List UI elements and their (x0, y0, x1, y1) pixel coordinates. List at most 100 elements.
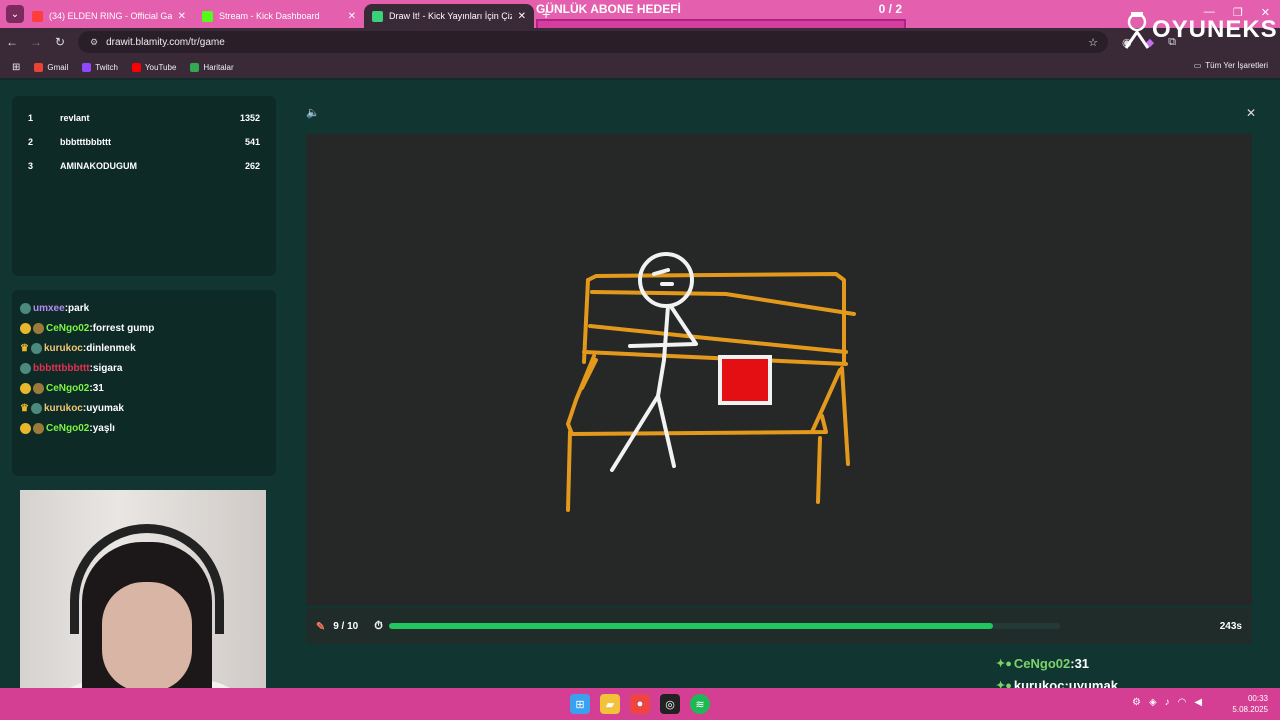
player-score: 262 (244, 161, 260, 171)
obs-icon[interactable]: ◎ (660, 694, 680, 714)
chat-text: :uyumak (82, 402, 124, 414)
chat-text: :park (64, 302, 90, 314)
url-field[interactable]: ⚙ drawit.blamity.com/tr/game ☆ (78, 31, 1108, 53)
bookmark-twitch[interactable]: Twitch (82, 62, 118, 72)
chat-username[interactable]: bbbtttbbbttt (33, 363, 90, 374)
chat-username[interactable]: kurukoc (44, 343, 83, 354)
bookmarks-bar: ⊞ Gmail Twitch YouTube Haritalar ▭ Tüm Ye… (0, 56, 1280, 78)
bookmark-label: Haritalar (203, 62, 234, 72)
teal-badge-icon (30, 402, 42, 414)
maps-icon (190, 62, 200, 72)
system-tray: ⚙ ◈ ♪ ◠ ◀ (1132, 697, 1202, 708)
forward-icon[interactable]: → (24, 35, 48, 49)
tab-kick-dashboard[interactable]: Stream - Kick Dashboard ✕ (194, 4, 364, 28)
reload-icon[interactable]: ↻ (48, 35, 72, 49)
close-icon[interactable]: ✕ (1246, 106, 1256, 120)
leaderboard: 1 revlant 1352 2 bbbtttbbbttt 541 3 AMIN… (12, 96, 276, 276)
mic-icon[interactable]: ♪ (1165, 697, 1170, 708)
chat-username[interactable]: kurukoc (44, 403, 83, 414)
site-info-icon[interactable]: ⚙ (90, 37, 98, 48)
leaderboard-row: 1 revlant 1352 (28, 106, 260, 130)
tab-title: (34) ELDEN RING - Official Gam (49, 11, 172, 21)
back-icon[interactable]: ← (0, 35, 24, 49)
gold-badge-icon (20, 422, 31, 434)
tab-elden-ring[interactable]: (34) ELDEN RING - Official Gam ✕ (24, 4, 194, 28)
brown-badge-icon (33, 382, 44, 394)
player-name: bbbtttbbbttt (60, 137, 111, 147)
folder-icon: ▭ (1193, 61, 1202, 70)
teal-badge-icon (20, 302, 31, 314)
drawit-page: 1 revlant 1352 2 bbbtttbbbttt 541 3 AMIN… (0, 80, 1280, 720)
bookmark-youtube[interactable]: YouTube (131, 62, 176, 72)
drawit-favicon-icon (372, 10, 383, 22)
overlay-text: 31 (1074, 655, 1090, 671)
chat-message: CeNgo02:31 (20, 378, 268, 398)
twitch-icon (82, 62, 92, 72)
close-icon[interactable]: ✕ (178, 11, 186, 22)
timer-icon: ⏱ (374, 619, 383, 632)
bookmark-star-icon[interactable]: ☆ (1088, 36, 1098, 49)
overlay-username: CeNgo02 (1013, 655, 1071, 671)
leaderboard-row: 2 bbbtttbbbttt 541 (28, 130, 260, 154)
bookmark-label: Gmail (47, 62, 69, 72)
teal-badge-icon (20, 362, 31, 374)
wifi-icon[interactable]: ◠ (1178, 697, 1187, 708)
chat-username[interactable]: CeNgo02 (46, 383, 89, 394)
drawing (566, 252, 856, 512)
chat-username[interactable]: CeNgo02 (46, 323, 89, 334)
chat-username[interactable]: umxee (33, 303, 65, 314)
address-bar-row: ← → ↻ ⚙ drawit.blamity.com/tr/game ☆ ◉ ◆… (0, 28, 1280, 56)
chat-message: CeNgo02:yaşlı (20, 418, 268, 438)
streamer-webcam (20, 490, 266, 720)
oyuneks-mascot-icon (1124, 12, 1150, 49)
bookmark-label: Twitch (95, 62, 118, 72)
close-icon[interactable]: ✕ (348, 11, 356, 22)
steam-icon[interactable]: ⚙ (1132, 697, 1141, 708)
kick-favicon-icon (202, 10, 213, 22)
all-bookmarks[interactable]: ▭ Tüm Yer İşaretleri (1194, 61, 1268, 70)
tab-search-button[interactable]: ⌄ (6, 5, 24, 23)
drawing-canvas[interactable] (306, 134, 1252, 606)
teal-badge-icon (30, 342, 42, 354)
windows-taskbar: ⊞ ▰ ● ◎ ≋ ⚙ ◈ ♪ ◠ ◀ 00:33 5.08.2025 (0, 688, 1280, 720)
youtube-icon (131, 62, 141, 72)
gmail-icon (34, 62, 44, 72)
system-clock[interactable]: 00:33 5.08.2025 (1232, 693, 1268, 715)
player-score: 1352 (239, 113, 260, 123)
file-explorer-icon[interactable]: ▰ (600, 694, 620, 714)
rank: 2 (28, 137, 34, 147)
sound-icon[interactable]: 🔈 (306, 106, 320, 119)
guess-chat: umxee:park CeNgo02:forrest gump ♛ kurukoc:d… (12, 290, 276, 476)
chrome-icon[interactable]: ● (630, 694, 650, 714)
url-text: drawit.blamity.com/tr/game (106, 36, 225, 48)
all-bookmarks-label: Tüm Yer İşaretleri (1205, 61, 1268, 70)
rank: 1 (28, 113, 34, 123)
youtube-favicon-icon (32, 10, 43, 22)
spotify-icon[interactable]: ≋ (690, 694, 710, 714)
chat-message: ♛ kurukoc:dinlenmek (20, 338, 268, 358)
chat-text: :sigara (89, 362, 123, 374)
brown-badge-icon (33, 322, 44, 334)
gold-badge-icon (20, 382, 31, 394)
network-icon[interactable]: ◈ (1149, 697, 1157, 708)
player-score: 541 (244, 137, 260, 147)
tab-draw-it[interactable]: Draw It! - Kick Yayınları İçin Çiz ✕ (364, 4, 534, 28)
brand-name: OYUNEKS (1152, 16, 1278, 43)
rank: 3 (28, 161, 34, 171)
game-panel: 🔈 ✕ ✎ 9 / 10 ⏱ 243s (296, 96, 1262, 656)
chat-message: CeNgo02:forrest gump (20, 318, 268, 338)
bookmark-gmail[interactable]: Gmail (34, 62, 69, 72)
windows-start-icon[interactable]: ⊞ (570, 694, 590, 714)
round-counter: 9 / 10 (333, 620, 359, 632)
chat-username[interactable]: CeNgo02 (46, 423, 89, 434)
chat-message: bbbtttbbbttt:sigara (20, 358, 268, 378)
bookmark-maps[interactable]: Haritalar (190, 62, 234, 72)
close-icon[interactable]: ✕ (518, 11, 526, 22)
chat-text: :31 (89, 382, 104, 394)
volume-icon[interactable]: ◀ (1194, 697, 1202, 708)
apps-icon[interactable]: ⊞ (12, 62, 20, 73)
chat-message: umxee:park (20, 298, 268, 318)
time-left: 243s (1219, 620, 1242, 632)
goal-count: 0 / 2 (878, 2, 902, 16)
leaderboard-row: 3 AMINAKODUGUM 262 (28, 154, 260, 178)
